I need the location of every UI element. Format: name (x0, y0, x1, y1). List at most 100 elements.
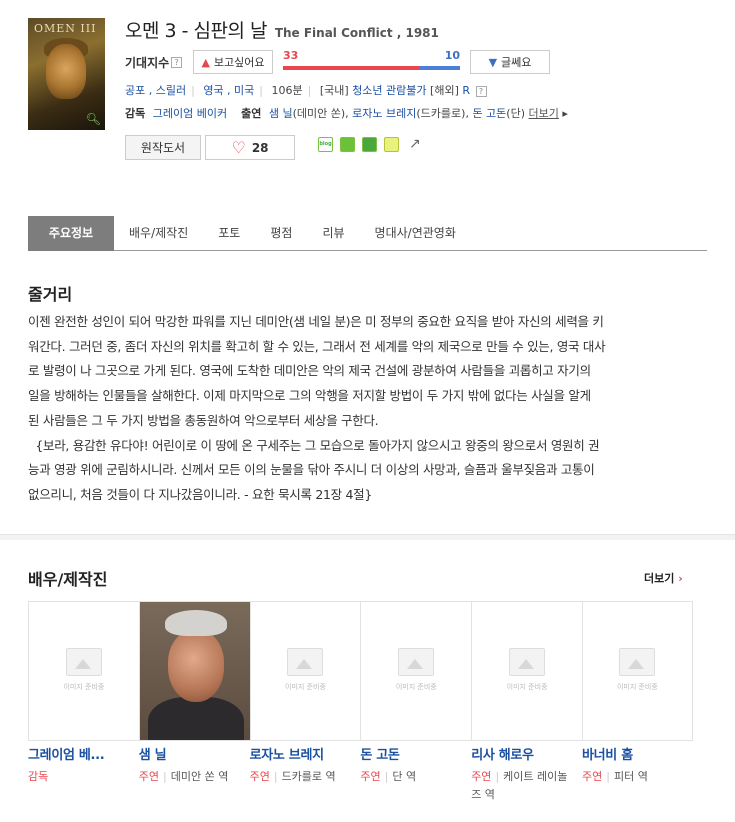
movie-info-row: 공포 , 스릴러 | 영국 , 미국 | 106분 | [국내] 청소년 관람불가 [… (125, 82, 487, 98)
want-count: 33 (283, 49, 299, 62)
director-link[interactable]: 그레이엄 베이커 (153, 107, 227, 120)
image-placeholder-icon (398, 648, 435, 676)
runtime: 106분 (271, 84, 303, 97)
share-icon[interactable]: ↗ (409, 136, 421, 152)
synopsis-line: 능과 영광 위에 군림하시니라. 신께서 모든 이의 눈물을 닦아 주시니 더 … (28, 462, 595, 478)
person-role: 주연 (138, 770, 160, 783)
image-placeholder-icon (619, 648, 656, 676)
rating-help-icon[interactable]: ? (475, 86, 487, 97)
person-role: 주연 (581, 770, 603, 783)
credits-row: 감독 그레이엄 베이커 출연 샘 닐(데미안 쏜), 로자노 브레지(드카를로)… (125, 107, 568, 120)
chevron-right-icon: › (678, 572, 683, 585)
domestic-rating[interactable]: 청소년 관람불가 (352, 84, 426, 97)
genres[interactable]: 공포 , 스릴러 (125, 84, 186, 97)
image-placeholder-icon (65, 648, 102, 676)
no-image-placeholder: 이미지 준비중 (597, 648, 677, 692)
tab-quotes-related[interactable]: 명대사/연관영화 (360, 216, 471, 251)
person-photo[interactable]: 이미지 준비중 (581, 601, 693, 741)
original-book-button[interactable]: 원작도서 (125, 135, 201, 160)
tab-reviews[interactable]: 리뷰 (307, 216, 359, 251)
like-button[interactable]: ♡ 28 (205, 135, 295, 160)
movie-title: 오멘 3 - 심판의 날 (125, 20, 267, 42)
person-role: 주연 (360, 770, 381, 783)
like-count: 28 (251, 140, 269, 155)
cast-link-1[interactable]: 샘 닐 (269, 107, 293, 120)
person-name[interactable]: 리사 해로우 (471, 744, 576, 763)
thumbs-up-icon: ▲ (201, 55, 210, 69)
image-placeholder-icon (509, 648, 546, 676)
no-image-placeholder: 이미지 준비중 (265, 648, 345, 692)
cast-photo-grid: 이미지 준비중 이미지 준비중 이미지 준비중 이미지 준비중 이미지 준비중 (28, 601, 693, 741)
person-item: 로자노 브레지 주연 | 드카를로 역 (250, 744, 361, 804)
movie-header: OMEN III 🔍︎ 오멘 3 - 심판의 날 The Final Confl… (0, 0, 735, 190)
kakao-share-icon[interactable] (340, 136, 355, 152)
nah-count: 10 (444, 49, 460, 62)
want-to-see-button[interactable]: ▲ 보고싶어요 (193, 50, 273, 74)
person-item: 그레이엄 베... 감독 (28, 744, 139, 804)
person-item: 바너비 홈 주연 | 피터 역 (582, 744, 693, 804)
person-photo[interactable]: 이미지 준비중 (28, 601, 139, 741)
movie-original-title: The Final Conflict , 1981 (274, 26, 439, 40)
memo-share-icon[interactable] (384, 136, 399, 152)
title-row: 오멘 3 - 심판의 날 The Final Conflict , 1981 (125, 16, 439, 43)
person-photo[interactable]: 이미지 준비중 (249, 601, 361, 741)
magnifier-icon[interactable]: 🔍︎ (86, 112, 101, 126)
cast-link-2[interactable]: 로자노 브레지 (352, 107, 416, 120)
image-placeholder-icon (287, 648, 324, 676)
synopsis-line: 로 발령이 나 그곳으로 가게 된다. 영국에 도착한 데미안은 악의 제국 건… (28, 363, 591, 379)
expectation-row: 기대지수 ? ▲ 보고싶어요 33 10 ▼ 글쎄요 (125, 49, 550, 74)
movie-poster[interactable]: OMEN III 🔍︎ (28, 18, 105, 130)
cast-link-3[interactable]: 돈 고돈 (472, 107, 506, 120)
synopsis-line: 이젠 완전한 성인이 되어 막강한 파워를 지닌 데미안(샘 네일 분)은 미 … (28, 314, 604, 329)
synopsis-line: 없으리니, 처음 것들이 다 지나갔음이니라. - 요한 묵시록 21장 4절} (28, 486, 373, 502)
synopsis-line: {보라, 용감한 유다야! 어린이로 이 땅에 온 구세주는 그 모습으로 돌아… (28, 437, 600, 453)
person-photo[interactable]: 이미지 준비중 (471, 601, 582, 741)
cast-more-link[interactable]: 더보기 (529, 107, 559, 120)
not-sure-button[interactable]: ▼ 글쎄요 (470, 50, 550, 74)
chevron-right-icon: ▸ (562, 107, 568, 120)
bookmark-share-icon[interactable] (362, 136, 377, 152)
person-item: 샘 닐 주연 | 데미안 쏜 역 (139, 744, 250, 804)
no-image-placeholder: 이미지 준비중 (487, 648, 567, 692)
person-character: 단 역 (392, 770, 417, 783)
heart-icon: ♡ (231, 137, 246, 157)
countries[interactable]: 영국 , 미국 (203, 84, 254, 97)
crew-more-link[interactable]: 더보기 › (644, 570, 683, 586)
cast-names: 그레이엄 베... 감독 샘 닐 주연 | 데미안 쏜 역 로자노 브레지 주연 | 드… (28, 744, 693, 804)
tab-main-info[interactable]: 주요정보 (28, 216, 114, 251)
no-image-placeholder: 이미지 준비중 (44, 648, 124, 692)
person-role: 주연 (249, 770, 270, 783)
thumbs-down-icon: ▼ (488, 55, 498, 69)
person-role: 주연 (471, 770, 492, 783)
poster-title: OMEN III (34, 22, 97, 35)
foreign-rating[interactable]: R (462, 84, 470, 97)
help-icon[interactable]: ? (171, 56, 183, 68)
person-name[interactable]: 돈 고돈 (360, 744, 465, 763)
person-name[interactable]: 그레이엄 베... (28, 744, 133, 763)
synopsis-text: 이젠 완전한 성인이 되어 막강한 파워를 지닌 데미안(샘 네일 분)은 미 … (28, 310, 698, 508)
tab-cast-crew[interactable]: 배우/제작진 (114, 216, 203, 251)
person-name[interactable]: 로자노 브레지 (250, 744, 355, 763)
person-character: 피터 역 (613, 770, 648, 783)
synopsis-heading: 줄거리 (28, 285, 73, 304)
synopsis-line: 워간다. 그러던 중, 좀더 자신의 위치를 확고히 할 수 있는, 그래서 전… (28, 338, 606, 354)
person-item: 리사 해로우 주연 | 케이트 레이놀즈 역 (471, 744, 582, 804)
synopsis-line: 된 사람들은 그 두 가지 방법을 총동원하여 악으로부터 세상을 구한다. (28, 412, 379, 428)
person-character: 데미안 쏜 역 (170, 770, 229, 783)
person-photo[interactable] (138, 601, 250, 741)
tab-ratings[interactable]: 평점 (255, 216, 307, 251)
no-image-placeholder: 이미지 준비중 (376, 648, 456, 692)
gauge-fill (283, 66, 420, 70)
expectation-gauge: 33 10 (283, 49, 460, 74)
person-photo[interactable]: 이미지 준비중 (360, 601, 472, 741)
person-name[interactable]: 샘 닐 (139, 744, 244, 763)
person-item: 돈 고돈 주연 | 단 역 (360, 744, 471, 804)
person-character: 드카를로 역 (281, 770, 336, 783)
synopsis-line: 일을 방해하는 인물들을 살해한다. 이제 마지막으로 그의 악행을 저지할 방… (28, 388, 591, 404)
person-role: 감독 (28, 770, 49, 783)
crew-heading: 배우/제작진 (28, 570, 108, 589)
blog-share-icon[interactable]: blog (318, 136, 333, 152)
tab-photos[interactable]: 포토 (203, 216, 255, 251)
actor-photo (139, 602, 250, 740)
person-name[interactable]: 바너비 홈 (582, 744, 687, 763)
